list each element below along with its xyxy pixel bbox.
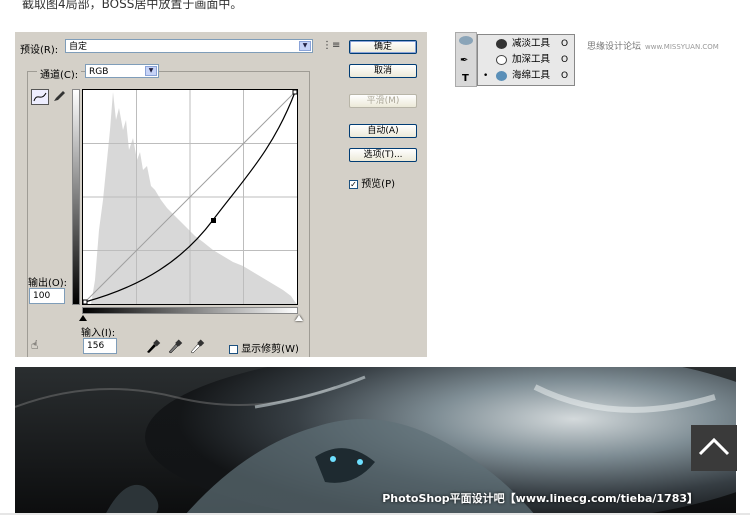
- cancel-button[interactable]: 取消: [349, 64, 417, 78]
- show-clipping-checkbox[interactable]: 显示修剪(W): [229, 340, 299, 355]
- chevron-up-icon: [698, 437, 730, 456]
- output-label: 输出(O):: [28, 278, 68, 289]
- banner-watermark: PhotoShop平面设计吧【www.linecg.com/tieba/1783…: [382, 492, 698, 505]
- histogram: [91, 92, 297, 304]
- curve-graph-svg[interactable]: [82, 89, 298, 305]
- output-field[interactable]: 100: [29, 288, 65, 304]
- selected-bullet-icon: •: [483, 71, 489, 81]
- channel-label: 通道(C):: [37, 66, 82, 81]
- smooth-button[interactable]: 平滑(M): [349, 94, 417, 108]
- site-credit: 思缘设计论坛 www.MISSYUAN.COM: [587, 39, 719, 52]
- tool-item-dodge[interactable]: 减淡工具 O: [478, 36, 574, 52]
- type-tool-icon[interactable]: T: [462, 73, 469, 84]
- auto-button[interactable]: 自动(A): [349, 124, 417, 138]
- white-point-slider[interactable]: [295, 315, 303, 321]
- curve-point-mid[interactable]: [211, 218, 216, 223]
- chevron-down-icon: ▼: [299, 41, 311, 51]
- preset-label: 预设(R):: [20, 45, 59, 56]
- burn-tool-icon: [496, 55, 507, 65]
- dodge-tool-icon: [496, 39, 507, 49]
- show-clipping-box: [229, 344, 238, 354]
- curve-point-end[interactable]: [292, 89, 298, 95]
- channel-dropdown[interactable]: RGB ▼: [85, 64, 159, 78]
- preset-value: 自定: [69, 42, 88, 52]
- toolbar-strip: ✒ T: [455, 32, 477, 87]
- input-label: 输入(I):: [81, 328, 116, 339]
- preview-checkbox[interactable]: ✓ 预览(P): [349, 175, 395, 190]
- show-clipping-label: 显示修剪(W): [241, 344, 299, 355]
- eyedroppers: [145, 338, 217, 354]
- pencil-icon[interactable]: [52, 89, 68, 105]
- output-gradient-bar: [72, 89, 80, 305]
- input-gradient-bar: [82, 307, 298, 314]
- boss-banner-image: PhotoShop平面设计吧【www.linecg.com/tieba/1783…: [15, 367, 736, 515]
- curve-edit-icon[interactable]: [31, 89, 49, 105]
- tool-item-sponge[interactable]: • 海绵工具 O: [478, 68, 574, 84]
- scroll-to-top-button[interactable]: [691, 425, 737, 471]
- black-eyedropper-icon[interactable]: [147, 339, 161, 353]
- site-credit-url: www.MISSYUAN.COM: [645, 43, 719, 51]
- on-image-adjust-icon[interactable]: ☝: [31, 338, 38, 352]
- curve-graph[interactable]: [82, 89, 298, 305]
- gray-eyedropper-icon[interactable]: [168, 339, 183, 354]
- article-caption: 截取图4局部，BOSS居中放置于画面中。: [22, 0, 243, 11]
- options-button[interactable]: 选项(T)...: [349, 148, 417, 162]
- preset-dropdown[interactable]: 自定 ▼: [65, 39, 313, 53]
- tool-item-burn[interactable]: 加深工具 O: [478, 52, 574, 68]
- preview-label: 预览(P): [361, 179, 396, 190]
- tool-menu: 减淡工具 O 加深工具 O • 海绵工具 O: [477, 34, 575, 86]
- curves-dialog: 预设(R): 自定 ▼ ⋮≡ 确定 取消 平滑(M) 自动(A) 选项(T)..…: [15, 32, 427, 357]
- sponge-menu-icon: [496, 71, 507, 81]
- channel-value: RGB: [89, 67, 109, 77]
- input-field[interactable]: 156: [83, 338, 117, 354]
- sponge-tool-icon[interactable]: [459, 36, 473, 45]
- preview-check-icon: ✓: [349, 179, 358, 189]
- curve-point-start[interactable]: [82, 299, 88, 305]
- black-point-slider[interactable]: [79, 315, 87, 321]
- ok-button[interactable]: 确定: [349, 40, 417, 54]
- preset-menu-icon[interactable]: ⋮≡: [322, 40, 340, 51]
- white-eyedropper-icon[interactable]: [190, 339, 205, 354]
- chevron-down-icon: ▼: [145, 66, 157, 76]
- pen-tool-icon[interactable]: ✒: [460, 55, 468, 66]
- site-credit-name: 思缘设计论坛: [587, 42, 642, 52]
- tools-flyout: ✒ T 减淡工具 O 加深工具 O • 海绵工具 O: [455, 32, 575, 87]
